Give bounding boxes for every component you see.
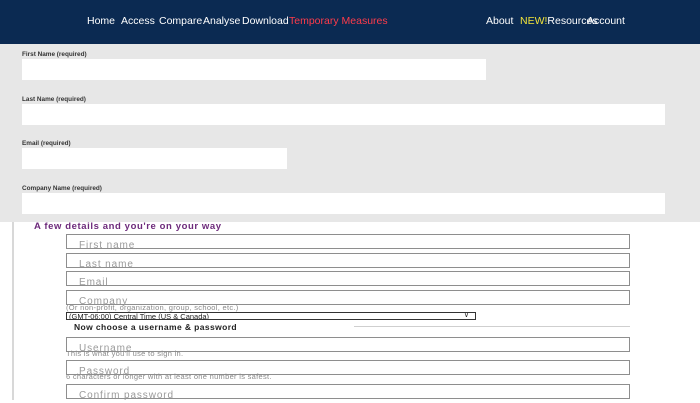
signup-first-name-input[interactable] [67, 239, 629, 252]
company-hint: (Or non-profit, organization, group, sch… [66, 303, 239, 312]
nav-download[interactable]: Download [242, 15, 289, 27]
last-name-input[interactable] [22, 104, 665, 125]
first-name-input[interactable] [22, 59, 486, 80]
confirm-password-field [66, 384, 630, 402]
confirm-password-input[interactable] [67, 389, 629, 402]
section-divider [354, 326, 630, 327]
nav-compare[interactable]: Compare [159, 15, 202, 27]
top-navigation: Home Access Compare Analyse Download Tem… [0, 0, 700, 44]
nav-resources[interactable]: NEW!Resources [520, 15, 598, 27]
signup-first-name-field [66, 234, 630, 252]
first-name-label: First Name (required) [22, 51, 87, 58]
nav-about[interactable]: About [486, 15, 513, 27]
signup-form: A few details and you're on your way (Or… [12, 221, 700, 402]
nav-access[interactable]: Access [121, 15, 155, 27]
company-input[interactable] [22, 193, 665, 214]
nav-home[interactable]: Home [87, 15, 115, 27]
last-name-label: Last Name (required) [22, 96, 86, 103]
overlay-contact-form: First Name (required) Last Name (require… [0, 44, 700, 222]
signup-last-name-input[interactable] [67, 258, 629, 271]
signup-last-name-field [66, 253, 630, 271]
signup-email-input[interactable] [67, 276, 629, 289]
email-input[interactable] [22, 148, 287, 169]
timezone-select[interactable]: (GMT-06:00) Central Time (US & Canada) ∨ [66, 312, 476, 320]
email-label: Email (required) [22, 140, 71, 147]
nav-temporary-measures[interactable]: Temporary Measures [289, 15, 388, 27]
password-hint: 6 characters or longer with at least one… [66, 372, 272, 381]
credentials-heading: Now choose a username & password [74, 322, 238, 332]
signup-headline: A few details and you're on your way [34, 221, 222, 232]
signup-email-field [66, 271, 630, 289]
username-hint: This is what you'll use to sign in. [66, 349, 184, 358]
company-label: Company Name (required) [22, 185, 102, 192]
nav-account[interactable]: Account [587, 15, 625, 27]
new-badge: NEW! [520, 15, 548, 27]
nav-analyse[interactable]: Analyse [203, 15, 240, 27]
timezone-value: (GMT-06:00) Central Time (US & Canada) [69, 312, 210, 320]
chevron-down-icon: ∨ [463, 312, 469, 319]
